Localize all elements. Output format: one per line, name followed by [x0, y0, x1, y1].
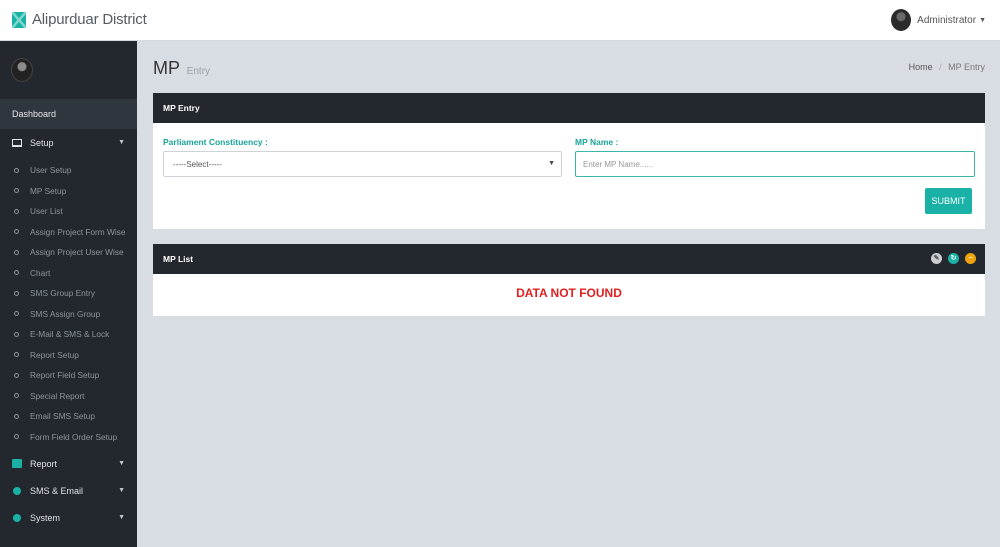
refresh-icon[interactable]: ↻: [948, 253, 959, 264]
mp-name-label: MP Name :: [575, 137, 619, 147]
mp-entry-panel: MP Entry Parliament Constituency : -----…: [153, 93, 985, 229]
gear-icon: [13, 486, 21, 495]
sidebar-item-assign-project-form-wise[interactable]: Assign Project Form Wise: [0, 222, 137, 243]
sidebar-item-label: Chart: [30, 267, 51, 278]
breadcrumb-separator: /: [939, 62, 942, 72]
constituency-label: Parliament Constituency :: [163, 137, 268, 147]
circle-icon: [14, 434, 19, 440]
sidebar-item-assign-project-user-wise[interactable]: Assign Project User Wise: [0, 242, 137, 263]
circle-icon: [14, 188, 19, 194]
top-navbar: Alipurduar District Administrator ▼: [0, 0, 1000, 41]
panel-title: MP List: [163, 254, 194, 264]
sidebar-item-label: Form Field Order Setup: [30, 431, 118, 442]
app-title: Alipurduar District: [32, 11, 147, 28]
submit-button[interactable]: SUBMIT: [925, 188, 972, 214]
sidebar-item-label: Assign Project Form Wise: [30, 226, 126, 237]
breadcrumb-home[interactable]: Home: [909, 62, 933, 72]
sidebar-item-email-sms-setup[interactable]: Email SMS Setup: [0, 406, 137, 427]
sidebar-item-mp-setup[interactable]: MP Setup: [0, 181, 137, 202]
sidebar-item-label: Email SMS Setup: [30, 411, 96, 422]
sidebar-avatar[interactable]: [11, 58, 33, 82]
circle-icon: [14, 393, 19, 399]
sidebar-item-form-field-order-setup[interactable]: Form Field Order Setup: [0, 427, 137, 448]
breadcrumb: Home / MP Entry: [909, 62, 985, 72]
sidebar-item-user-setup[interactable]: User Setup: [0, 160, 137, 181]
sidebar-group-report[interactable]: Report ▼: [0, 450, 137, 477]
circle-icon: [14, 413, 19, 419]
sidebar-group-system[interactable]: System ▼: [0, 504, 137, 531]
collapse-icon[interactable]: −: [965, 253, 976, 264]
monitor-icon: [12, 459, 22, 468]
panel-title: MP Entry: [163, 103, 200, 113]
sidebar-item-label: Report Setup: [30, 349, 79, 360]
page-title-text: MP: [153, 58, 180, 78]
sidebar-item-label: E-Mail & SMS & Lock: [30, 329, 110, 340]
sidebar-item-email-sms-lock[interactable]: E-Mail & SMS & Lock: [0, 324, 137, 345]
sidebar-item-sms-group-entry[interactable]: SMS Group Entry: [0, 283, 137, 304]
circle-icon: [14, 249, 19, 255]
gear-icon: [13, 513, 21, 522]
circle-icon: [14, 167, 19, 173]
circle-icon: [14, 372, 19, 378]
caret-down-icon: ▼: [118, 139, 125, 146]
circle-icon: [14, 290, 19, 296]
panel-header: MP List ✎ ↻ −: [153, 244, 985, 274]
sidebar-item-sms-assign-group[interactable]: SMS Assign Group: [0, 304, 137, 325]
brand[interactable]: Alipurduar District: [12, 11, 147, 28]
circle-icon: [14, 208, 19, 214]
panel-header: MP Entry: [153, 93, 985, 123]
sidebar-item-label: User List: [30, 206, 63, 217]
sidebar-item-label: Special Report: [30, 390, 85, 401]
app-logo-icon: [12, 11, 26, 28]
sidebar-group-label: Setup: [30, 137, 54, 148]
page-subtitle: Entry: [186, 66, 211, 77]
sidebar-item-report-setup[interactable]: Report Setup: [0, 345, 137, 366]
page-title: MP Entry: [153, 58, 210, 79]
sidebar-item-report-field-setup[interactable]: Report Field Setup: [0, 365, 137, 386]
mp-list-panel: MP List ✎ ↻ − DATA NOT FOUND: [153, 244, 985, 316]
mp-name-input[interactable]: [575, 151, 975, 177]
circle-icon: [14, 331, 19, 337]
sidebar-item-label: User Setup: [30, 165, 72, 176]
sidebar-group-setup[interactable]: Setup ▼: [0, 129, 137, 156]
constituency-select[interactable]: -----Select----- ▼: [163, 151, 562, 177]
sidebar-group-label: System: [30, 512, 61, 523]
user-name: Administrator: [917, 14, 977, 26]
select-value: -----Select-----: [173, 159, 222, 169]
sidebar-item-label: Report Field Setup: [30, 370, 100, 381]
user-avatar: [891, 9, 912, 31]
empty-state-message: DATA NOT FOUND: [516, 286, 622, 300]
sidebar-item-label: SMS Group Entry: [30, 288, 96, 299]
circle-icon: [14, 229, 19, 235]
sidebar-profile: [0, 41, 137, 99]
panel-tools: ✎ ↻ −: [925, 253, 976, 264]
sidebar-item-user-list[interactable]: User List: [0, 201, 137, 222]
circle-icon: [14, 270, 19, 276]
circle-icon: [14, 352, 19, 358]
caret-down-icon: ▼: [118, 514, 125, 521]
sidebar-item-dashboard[interactable]: Dashboard: [0, 99, 137, 129]
caret-down-icon: ▼: [118, 460, 125, 467]
breadcrumb-current: MP Entry: [948, 62, 985, 72]
sidebar-item-chart[interactable]: Chart: [0, 263, 137, 284]
caret-down-icon: ▼: [548, 160, 555, 167]
wrench-icon[interactable]: ✎: [931, 253, 942, 264]
caret-down-icon: ▼: [979, 16, 986, 24]
sidebar-item-special-report[interactable]: Special Report: [0, 386, 137, 407]
sidebar-group-label: SMS & Email: [30, 485, 84, 496]
caret-down-icon: ▼: [118, 487, 125, 494]
sidebar-group-sms-email[interactable]: SMS & Email ▼: [0, 477, 137, 504]
user-menu[interactable]: Administrator ▼: [891, 9, 986, 31]
sidebar-item-label: MP Setup: [30, 185, 67, 196]
laptop-icon: [12, 138, 22, 147]
sidebar-group-label: Report: [30, 458, 58, 469]
circle-icon: [14, 311, 19, 317]
sidebar-item-label: Assign Project User Wise: [30, 247, 124, 258]
setup-submenu: User Setup MP Setup User List Assign Pro…: [0, 156, 137, 447]
sidebar: Dashboard Setup ▼ User Setup MP Setup Us…: [0, 41, 137, 547]
sidebar-item-label: SMS Assign Group: [30, 308, 101, 319]
